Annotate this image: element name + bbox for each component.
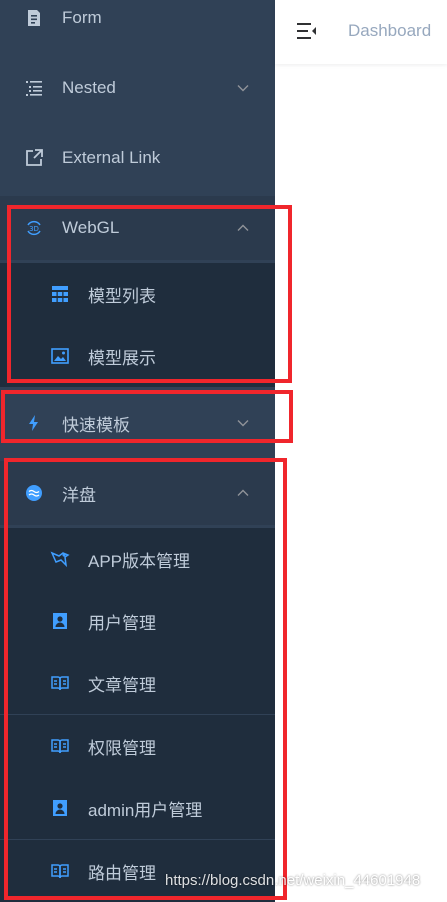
chevron-down-icon	[237, 84, 249, 92]
sidebar-item-quick-templates[interactable]: 快速模板	[0, 391, 275, 455]
sidebar-item-label: 路由管理	[88, 863, 156, 883]
sidebar-item-permission-management[interactable]: 权限管理	[0, 715, 275, 777]
sidebar-item-label: APP版本管理	[88, 551, 191, 571]
sidebar-item-label: Nested	[62, 78, 116, 97]
user-card-icon	[50, 611, 70, 631]
sidebar-item-model-display[interactable]: 模型展示	[0, 325, 275, 387]
sidebar-item-external-link[interactable]: External Link	[0, 126, 275, 190]
sidebar-item-label: Form	[62, 8, 102, 27]
sidebar-item-label: 洋盘	[62, 485, 96, 505]
sidebar-item-label: 模型展示	[88, 348, 156, 368]
sidebar-item-admin-user-management[interactable]: admin用户管理	[0, 777, 275, 839]
form-icon	[24, 8, 44, 28]
navbar: Dashboard	[275, 0, 447, 64]
chevron-down-icon	[237, 419, 249, 427]
sidebar-item-user-management[interactable]: 用户管理	[0, 590, 275, 652]
book-icon	[50, 736, 70, 756]
sidebar-item-model-list[interactable]: 模型列表	[0, 263, 275, 325]
image-icon	[50, 346, 70, 366]
lightning-icon	[24, 413, 44, 433]
grid-icon	[50, 284, 70, 304]
sidebar-item-yangpan[interactable]: 洋盘	[0, 461, 275, 525]
sidebar-item-article-management[interactable]: 文章管理	[0, 652, 275, 714]
bird-icon	[50, 549, 70, 569]
sidebar-item-label: 权限管理	[88, 738, 156, 758]
watermark: https://blog.csdn.net/weixin_44601948	[165, 872, 421, 889]
sidebar-item-label: WebGL	[62, 218, 120, 237]
chevron-up-icon	[237, 489, 249, 497]
svg-text:3D: 3D	[29, 225, 39, 233]
breadcrumb[interactable]: Dashboard	[348, 21, 431, 41]
sidebar-item-label: 用户管理	[88, 613, 156, 633]
user-card-icon	[50, 798, 70, 818]
chevron-up-icon	[237, 224, 249, 232]
book-icon	[50, 673, 70, 693]
wave-circle-icon	[24, 483, 44, 503]
external-link-icon	[24, 148, 44, 168]
sidebar-item-form[interactable]: Form	[0, 0, 275, 50]
sidebar-item-label: 快速模板	[62, 415, 130, 435]
sidebar: Form Nested External Link 3D WebGL 模型列表	[0, 0, 275, 902]
sidebar-item-app-version[interactable]: APP版本管理	[0, 528, 275, 590]
sidebar-item-route-management[interactable]: 路由管理	[0, 840, 275, 902]
sidebar-item-nested[interactable]: Nested	[0, 56, 275, 120]
sidebar-item-webgl[interactable]: 3D WebGL	[0, 196, 275, 260]
book-icon	[50, 861, 70, 881]
hamburger-icon[interactable]	[297, 22, 317, 40]
nested-list-icon	[24, 78, 44, 98]
sidebar-item-label: 文章管理	[88, 675, 156, 695]
3d-icon: 3D	[24, 218, 44, 238]
sidebar-item-label: External Link	[62, 148, 161, 167]
sidebar-item-label: admin用户管理	[88, 800, 203, 820]
sidebar-item-label: 模型列表	[88, 286, 156, 306]
